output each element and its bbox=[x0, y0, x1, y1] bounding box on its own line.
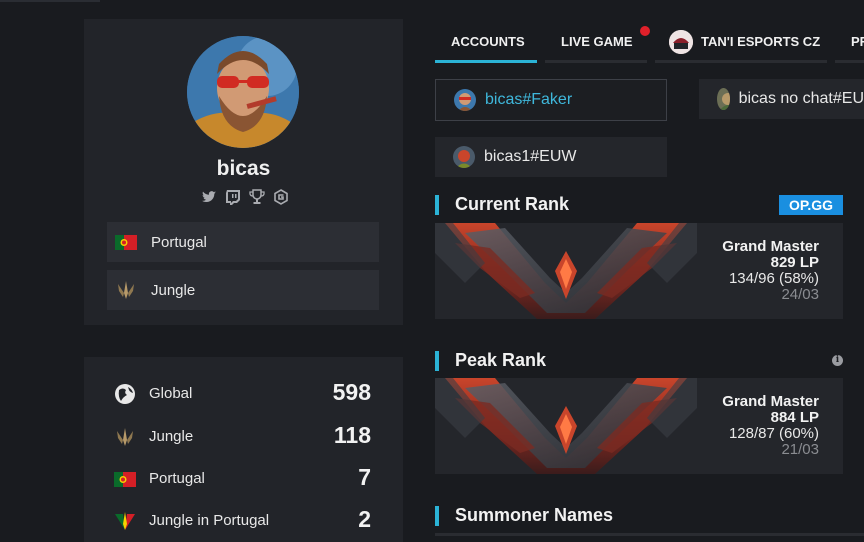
tab-accounts[interactable]: ACCOUNTS bbox=[435, 20, 537, 63]
section-accent-bar bbox=[435, 506, 439, 526]
jungle-icon bbox=[114, 426, 136, 448]
current-rank-card: Grand Master 829 LP 134/96 (58%) 24/03 bbox=[435, 223, 843, 319]
tab-label: ACCOUNTS bbox=[451, 34, 525, 49]
portugal-flag-icon bbox=[114, 468, 136, 490]
rank-tier: Grand Master bbox=[722, 238, 819, 255]
section-accent-bar bbox=[435, 351, 439, 371]
ladder-row-jungle-portugal[interactable]: Jungle in Portugal 2 bbox=[84, 506, 403, 536]
opgg-link-button[interactable]: OP.GG bbox=[779, 195, 843, 215]
twitter-icon[interactable] bbox=[201, 189, 217, 205]
live-notification-dot bbox=[640, 26, 650, 36]
ladder-label: Jungle bbox=[149, 428, 194, 445]
summoner-icon bbox=[454, 89, 476, 111]
ladder-label: Global bbox=[149, 385, 193, 402]
tab-active-indicator bbox=[435, 60, 537, 63]
trophy-icon[interactable] bbox=[248, 189, 265, 205]
info-icon[interactable]: i bbox=[832, 355, 843, 366]
jungle-portugal-icon bbox=[114, 510, 136, 532]
summoner-icon bbox=[453, 146, 475, 168]
ladder-row-jungle[interactable]: Jungle 118 bbox=[84, 422, 403, 452]
rank-record: 134/96 (58%) bbox=[728, 270, 819, 287]
section-title: Peak Rank bbox=[455, 350, 547, 370]
ladder-label: Portugal bbox=[149, 470, 205, 487]
country-tag: Portugal bbox=[107, 222, 379, 262]
ladder-value: 7 bbox=[358, 464, 371, 490]
team-logo-icon bbox=[669, 29, 693, 54]
account-button-bicas-no-chat[interactable]: bicas no chat#EU bbox=[699, 79, 864, 119]
section-title: Current Rank bbox=[455, 194, 570, 214]
twitch-icon[interactable] bbox=[225, 189, 241, 205]
globe-icon bbox=[114, 383, 136, 405]
rank-date: 21/03 bbox=[781, 441, 819, 458]
rank-details: Grand Master 884 LP 128/87 (60%) 21/03 bbox=[722, 394, 819, 458]
tab-tani-esports[interactable]: TAN'I ESPORTS CZ bbox=[655, 20, 827, 63]
top-divider bbox=[0, 0, 100, 2]
grandmaster-emblem-icon bbox=[435, 223, 697, 319]
ladder-label: Jungle in Portugal bbox=[149, 512, 270, 529]
rank-tier: Grand Master bbox=[722, 393, 819, 410]
ladder-ranks-card: Global 598 Jungle 118 Portugal 7 Jungle … bbox=[84, 357, 403, 542]
profile-card: bicas Portugal Jungle bbox=[84, 19, 403, 325]
account-button-bicas-faker[interactable]: bicas#Faker bbox=[435, 79, 667, 121]
section-accent-bar bbox=[435, 195, 439, 215]
g-icon[interactable] bbox=[273, 189, 289, 205]
tab-live-game[interactable]: LIVE GAME bbox=[545, 20, 650, 63]
tab-label: PR bbox=[851, 34, 864, 49]
profile-tabs: ACCOUNTS LIVE GAME TAN'I ESPORTS CZ PR bbox=[435, 20, 864, 63]
peak-rank-card: Grand Master 884 LP 128/87 (60%) 21/03 bbox=[435, 378, 843, 474]
tab-label: LIVE GAME bbox=[561, 34, 633, 49]
tab-underline bbox=[545, 60, 647, 63]
username: bicas bbox=[216, 157, 271, 180]
account-name: bicas no chat#EU bbox=[738, 90, 864, 107]
tab-underline bbox=[655, 60, 827, 63]
ladder-row-portugal[interactable]: Portugal 7 bbox=[84, 464, 403, 494]
avatar bbox=[187, 36, 299, 148]
rank-lp: 884 LP bbox=[770, 409, 819, 426]
account-name: bicas#Faker bbox=[485, 91, 573, 108]
rank-record: 128/87 (60%) bbox=[728, 425, 819, 442]
role-label: Jungle bbox=[151, 281, 196, 299]
ladder-value: 598 bbox=[332, 379, 371, 405]
rank-lp: 829 LP bbox=[770, 254, 819, 271]
ladder-row-global[interactable]: Global 598 bbox=[84, 379, 403, 409]
grandmaster-emblem-icon bbox=[435, 378, 697, 474]
country-label: Portugal bbox=[151, 233, 207, 251]
jungle-icon bbox=[115, 279, 137, 301]
portugal-flag-icon bbox=[115, 231, 137, 253]
tab-more[interactable]: PR bbox=[835, 20, 864, 63]
section-title: Summoner Names bbox=[455, 505, 614, 525]
social-links bbox=[197, 189, 292, 205]
tab-label: TAN'I ESPORTS CZ bbox=[701, 34, 821, 49]
tab-underline bbox=[835, 60, 864, 63]
role-tag: Jungle bbox=[107, 270, 379, 310]
account-button-bicas1-euw[interactable]: bicas1#EUW bbox=[435, 137, 667, 177]
ladder-value: 2 bbox=[358, 506, 371, 532]
summoner-icon bbox=[717, 88, 730, 110]
rank-details: Grand Master 829 LP 134/96 (58%) 24/03 bbox=[722, 239, 819, 303]
account-name: bicas1#EUW bbox=[484, 148, 577, 165]
ladder-value: 118 bbox=[333, 422, 371, 448]
rank-date: 24/03 bbox=[781, 286, 819, 303]
